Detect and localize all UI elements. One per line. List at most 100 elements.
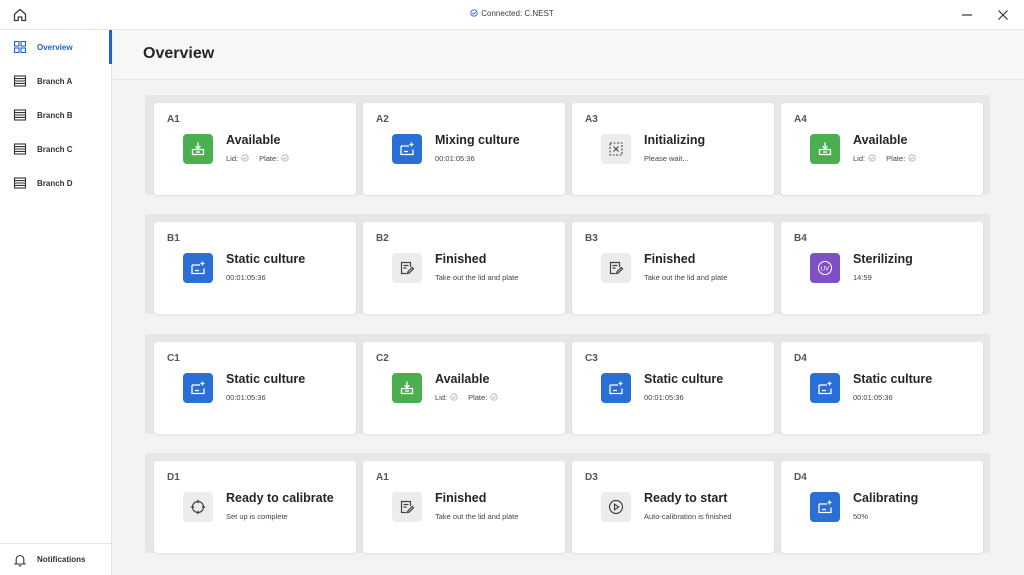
- sidebar-item-overview[interactable]: Overview: [0, 30, 112, 64]
- station-card[interactable]: C2 Available Lid: Plate:: [363, 342, 565, 434]
- tray-icon: [392, 373, 422, 403]
- station-detail: Auto-calibration is finished: [644, 512, 732, 521]
- lid-label: Lid:: [853, 154, 866, 163]
- station-status: Static culture: [853, 372, 933, 386]
- station-card[interactable]: B4 UV Sterilizing 14:59: [781, 222, 983, 314]
- station-status: Calibrating: [853, 491, 919, 505]
- list-icon: [13, 142, 27, 156]
- plate-check-icon: [908, 154, 916, 162]
- crosshair-icon: [183, 492, 213, 522]
- sidebar-item-branch-a[interactable]: Branch A: [0, 64, 112, 98]
- culture-icon: [810, 492, 840, 522]
- plate-check-icon: [281, 154, 289, 162]
- station-card[interactable]: B2 Finished Take out the lid and plate: [363, 222, 565, 314]
- list-icon: [13, 74, 27, 88]
- station-status: Finished: [435, 491, 487, 505]
- station-id: B3: [585, 233, 598, 244]
- station-status: Available: [853, 133, 908, 147]
- lid-check-icon: [868, 154, 876, 162]
- culture-icon: [810, 373, 840, 403]
- sidebar: Overview Branch A Branch B Branch C Bran…: [0, 30, 112, 575]
- station-id: D1: [167, 472, 180, 483]
- station-id: B4: [794, 233, 807, 244]
- station-status: Ready to calibrate: [226, 491, 334, 505]
- station-detail: 00:01:05:36: [853, 393, 893, 402]
- station-card[interactable]: D1 Ready to calibrate Set up is complete: [154, 461, 356, 553]
- station-status: Ready to start: [644, 491, 728, 505]
- sidebar-item-branch-d[interactable]: Branch D: [0, 166, 112, 200]
- finished-icon: [392, 253, 422, 283]
- tray-icon: [810, 134, 840, 164]
- finished-icon: [601, 253, 631, 283]
- connection-status: Connected: C.NEST: [0, 9, 1024, 18]
- station-card[interactable]: D4 Calibrating 50%: [781, 461, 983, 553]
- station-id: A4: [794, 114, 807, 125]
- station-detail: 00:01:05:36: [644, 393, 684, 402]
- station-status: Static culture: [226, 372, 306, 386]
- station-card[interactable]: D3 Ready to start Auto-calibration is fi…: [572, 461, 774, 553]
- lid-check-icon: [450, 393, 458, 401]
- station-id: C1: [167, 353, 180, 364]
- station-detail: Lid: Plate:: [226, 154, 299, 163]
- station-id: A3: [585, 114, 598, 125]
- station-card[interactable]: B1 Static culture 00:01:05:36: [154, 222, 356, 314]
- uv-icon: UV: [810, 253, 840, 283]
- close-icon[interactable]: [996, 8, 1010, 22]
- initializing-icon: [601, 134, 631, 164]
- culture-icon: [392, 134, 422, 164]
- station-detail: Lid: Plate:: [853, 154, 926, 163]
- uv-text: UV: [821, 266, 829, 272]
- sidebar-item-branch-b[interactable]: Branch B: [0, 98, 112, 132]
- culture-icon: [183, 253, 213, 283]
- station-status: Finished: [435, 252, 487, 266]
- sidebar-item-label: Branch C: [37, 144, 73, 154]
- sidebar-item-notifications[interactable]: Notifications: [0, 543, 112, 575]
- station-card[interactable]: C1 Static culture 00:01:05:36: [154, 342, 356, 434]
- lid-label: Lid:: [435, 393, 448, 402]
- station-card[interactable]: C3 Static culture 00:01:05:36: [572, 342, 774, 434]
- station-id: D3: [585, 472, 598, 483]
- station-id: A1: [167, 114, 180, 125]
- list-icon: [13, 108, 27, 122]
- station-detail: 14:59: [853, 273, 872, 282]
- station-id: D4: [794, 353, 807, 364]
- station-detail: 00:01:05:36: [226, 273, 266, 282]
- station-id: A1: [376, 472, 389, 483]
- plate-label: Plate:: [259, 154, 279, 163]
- sidebar-item-branch-c[interactable]: Branch C: [0, 132, 112, 166]
- page-header: Overview: [113, 30, 1024, 80]
- station-id: A2: [376, 114, 389, 125]
- plate-check-icon: [490, 393, 498, 401]
- sidebar-item-label: Branch A: [37, 76, 73, 86]
- culture-icon: [183, 373, 213, 403]
- station-id: C3: [585, 353, 598, 364]
- station-detail: 50%: [853, 512, 869, 521]
- station-status: Available: [435, 372, 490, 386]
- station-detail: Please wait...: [644, 154, 689, 163]
- title-bar: Connected: C.NEST: [0, 0, 1024, 30]
- culture-icon: [601, 373, 631, 403]
- station-detail: Set up is complete: [226, 512, 288, 521]
- station-card[interactable]: D4 Static culture 00:01:05:36: [781, 342, 983, 434]
- tray-icon: [183, 134, 213, 164]
- lid-label: Lid:: [226, 154, 239, 163]
- station-card[interactable]: B3 Finished Take out the lid and plate: [572, 222, 774, 314]
- list-icon: [13, 176, 27, 190]
- station-card[interactable]: A1 Finished Take out the lid and plate: [363, 461, 565, 553]
- connection-label: Connected: C.NEST: [481, 9, 554, 18]
- page-title: Overview: [143, 45, 215, 62]
- station-card[interactable]: A4 Available Lid: Plate:: [781, 103, 983, 195]
- station-status: Available: [226, 133, 281, 147]
- minimize-icon[interactable]: [960, 8, 974, 22]
- sidebar-item-label: Overview: [37, 42, 73, 52]
- station-card[interactable]: A1 Available Lid: Plate:: [154, 103, 356, 195]
- station-detail: Lid: Plate:: [435, 393, 508, 402]
- play-icon: [601, 492, 631, 522]
- finished-icon: [392, 492, 422, 522]
- notifications-label: Notifications: [37, 555, 86, 564]
- station-detail: Take out the lid and plate: [435, 512, 519, 521]
- station-card[interactable]: A2 Mixing culture 00:01:05:36: [363, 103, 565, 195]
- station-status: Finished: [644, 252, 696, 266]
- station-card[interactable]: A3 Initializing Please wait...: [572, 103, 774, 195]
- station-status: Sterilizing: [853, 252, 913, 266]
